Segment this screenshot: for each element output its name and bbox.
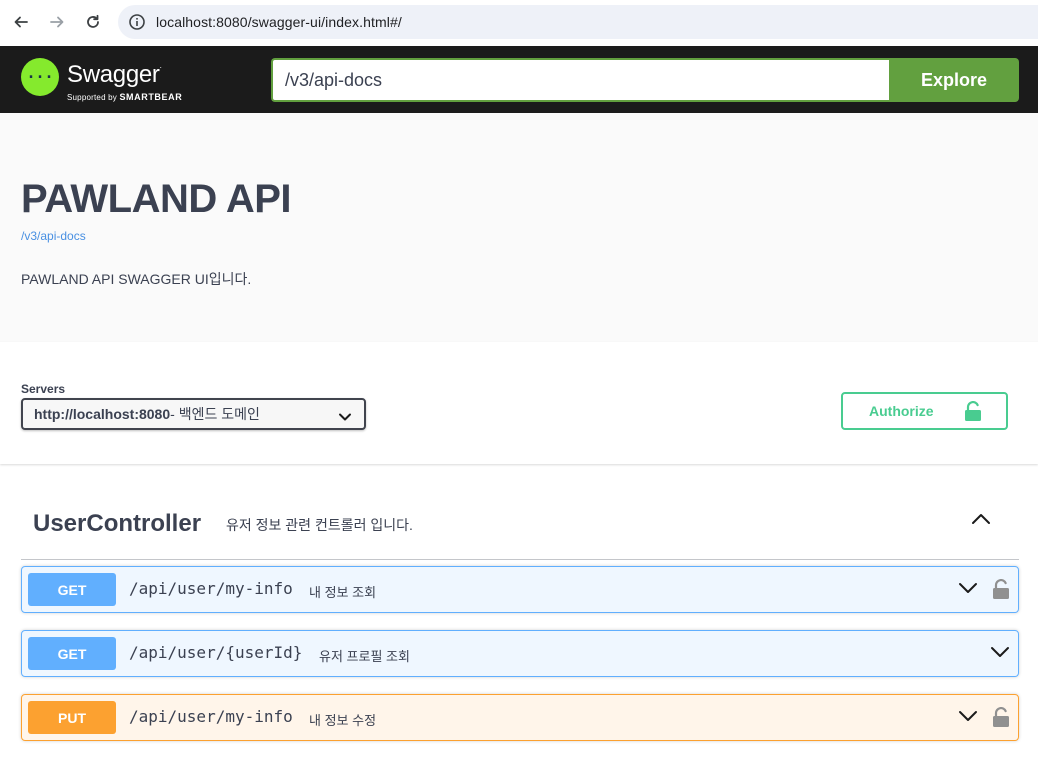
arrow-right-icon[interactable] [45, 10, 69, 34]
scheme-container: Servers http://localhost:8080 - 백엔드 도메인 … [0, 342, 1038, 464]
method-badge: PUT [28, 701, 116, 734]
info-circle-icon[interactable] [128, 13, 146, 31]
url-text: localhost:8080/swagger-ui/index.html#/ [156, 14, 402, 30]
operation-path: /api/user/my-info [129, 579, 293, 598]
tag-name: UserController [33, 510, 202, 537]
address-bar[interactable]: localhost:8080/swagger-ui/index.html#/ [118, 5, 1038, 39]
chevron-down-icon[interactable] [990, 645, 1010, 664]
locked-icon[interactable] [992, 579, 1010, 604]
reload-icon[interactable] [81, 10, 105, 34]
operation-summary: 유저 프로필 조회 [319, 649, 410, 664]
svg-text:{···}: {···} [27, 68, 53, 86]
operation-put-my-info[interactable]: PUT /api/user/my-info 내 정보 수정 [21, 694, 1019, 741]
operation-summary: 내 정보 수정 [309, 713, 377, 728]
servers-label: Servers [21, 382, 66, 396]
chevron-down-icon [338, 409, 352, 425]
api-description: PAWLAND API SWAGGER UI입니다. [21, 271, 252, 287]
api-title: PAWLAND API [21, 177, 292, 221]
operation-get-user-profile[interactable]: GET /api/user/{userId} 유저 프로필 조회 [21, 630, 1019, 677]
chevron-up-icon[interactable] [971, 512, 991, 531]
chevron-down-icon[interactable] [958, 581, 978, 600]
server-description: - 백엔드 도메인 [170, 406, 260, 422]
locked-icon[interactable] [992, 707, 1010, 732]
server-url: http://localhost:8080 [34, 406, 171, 422]
tag-header-usercontroller[interactable]: UserController 유저 정보 관련 컨트롤러 입니다. [21, 494, 1019, 560]
tag-description: 유저 정보 관련 컨트롤러 입니다. [226, 517, 413, 533]
authorize-label: Authorize [869, 403, 934, 419]
operation-get-my-info[interactable]: GET /api/user/my-info 내 정보 조회 [21, 566, 1019, 613]
operation-summary: 내 정보 조회 [309, 585, 377, 600]
swagger-topbar: {···} Swagger. Supported by SMARTBEAR Ex… [0, 46, 1038, 113]
swagger-logo-icon: {···} [21, 58, 59, 96]
logo-title: Swagger. [67, 61, 162, 88]
method-badge: GET [28, 637, 116, 670]
operation-path: /api/user/my-info [129, 707, 293, 726]
browser-toolbar: localhost:8080/swagger-ui/index.html#/ [0, 0, 1038, 46]
operation-path: /api/user/{userId} [129, 643, 303, 662]
method-badge: GET [28, 573, 116, 606]
logo-subtitle: Supported by SMARTBEAR [67, 92, 183, 102]
api-info-section: PAWLAND API /v3/api-docs PAWLAND API SWA… [0, 113, 1038, 342]
authorize-button[interactable]: Authorize [841, 392, 1008, 430]
chevron-down-icon[interactable] [958, 709, 978, 728]
unlocked-icon [964, 401, 982, 424]
explore-button[interactable]: Explore [889, 58, 1019, 102]
arrow-left-icon[interactable] [9, 10, 33, 34]
explore-url-input[interactable] [271, 58, 891, 102]
api-docs-link[interactable]: /v3/api-docs [21, 229, 86, 243]
servers-select[interactable]: http://localhost:8080 - 백엔드 도메인 [21, 398, 366, 430]
